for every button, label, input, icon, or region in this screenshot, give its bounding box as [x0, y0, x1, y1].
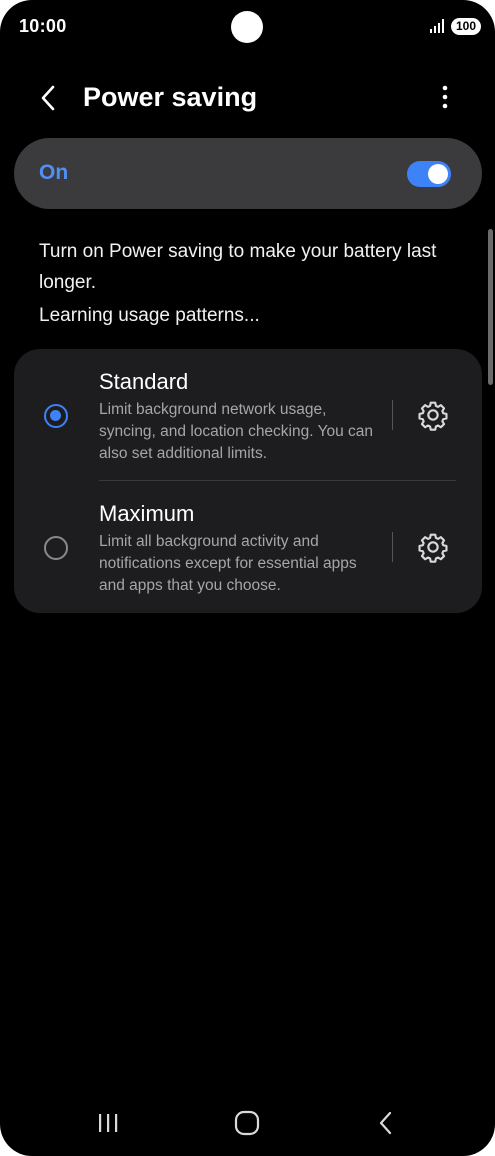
option-description: Limit all background activity and notifi… — [99, 533, 357, 594]
recents-button[interactable] — [88, 1106, 128, 1140]
toggle-label: On — [39, 161, 69, 184]
standard-settings-button[interactable] — [416, 398, 450, 432]
maximum-settings-button[interactable] — [416, 530, 450, 564]
switch-knob — [428, 164, 448, 184]
back-nav-button[interactable] — [366, 1106, 406, 1140]
page-title: Power saving — [83, 82, 258, 112]
battery-icon: 100 — [451, 18, 481, 35]
gear-icon — [418, 401, 448, 431]
phone-screen: 10:00 100 Power saving On Turn on Power … — [0, 0, 495, 1156]
more-vertical-icon — [442, 85, 448, 109]
divider — [392, 532, 393, 562]
option-standard[interactable]: Standard Limit background network usage,… — [14, 349, 482, 481]
maximum-radio[interactable] — [44, 536, 68, 560]
chevron-left-icon — [41, 85, 55, 111]
mode-options-card: Standard Limit background network usage,… — [14, 349, 482, 613]
home-icon — [234, 1110, 260, 1136]
learning-status-text: Learning usage patterns... — [39, 305, 260, 326]
divider — [392, 400, 393, 430]
option-description: Limit background network usage, syncing,… — [99, 401, 374, 462]
option-title: Maximum — [99, 501, 195, 526]
camera-cutout — [231, 11, 263, 43]
description-text: Turn on Power saving to make your batter… — [39, 241, 437, 293]
home-button[interactable] — [227, 1106, 267, 1140]
gear-icon — [418, 533, 448, 563]
power-saving-toggle-bar[interactable]: On — [14, 138, 482, 209]
standard-radio[interactable] — [44, 404, 68, 428]
status-time: 10:00 — [19, 16, 67, 36]
more-options-button[interactable] — [430, 80, 460, 114]
scrollbar[interactable] — [488, 229, 493, 385]
back-icon — [379, 1111, 392, 1135]
signal-icon — [430, 19, 444, 33]
option-maximum[interactable]: Maximum Limit all background activity an… — [14, 481, 482, 613]
power-saving-switch[interactable] — [407, 161, 451, 187]
recents-icon — [99, 1114, 118, 1132]
option-title: Standard — [99, 369, 189, 394]
back-button[interactable] — [30, 80, 66, 116]
